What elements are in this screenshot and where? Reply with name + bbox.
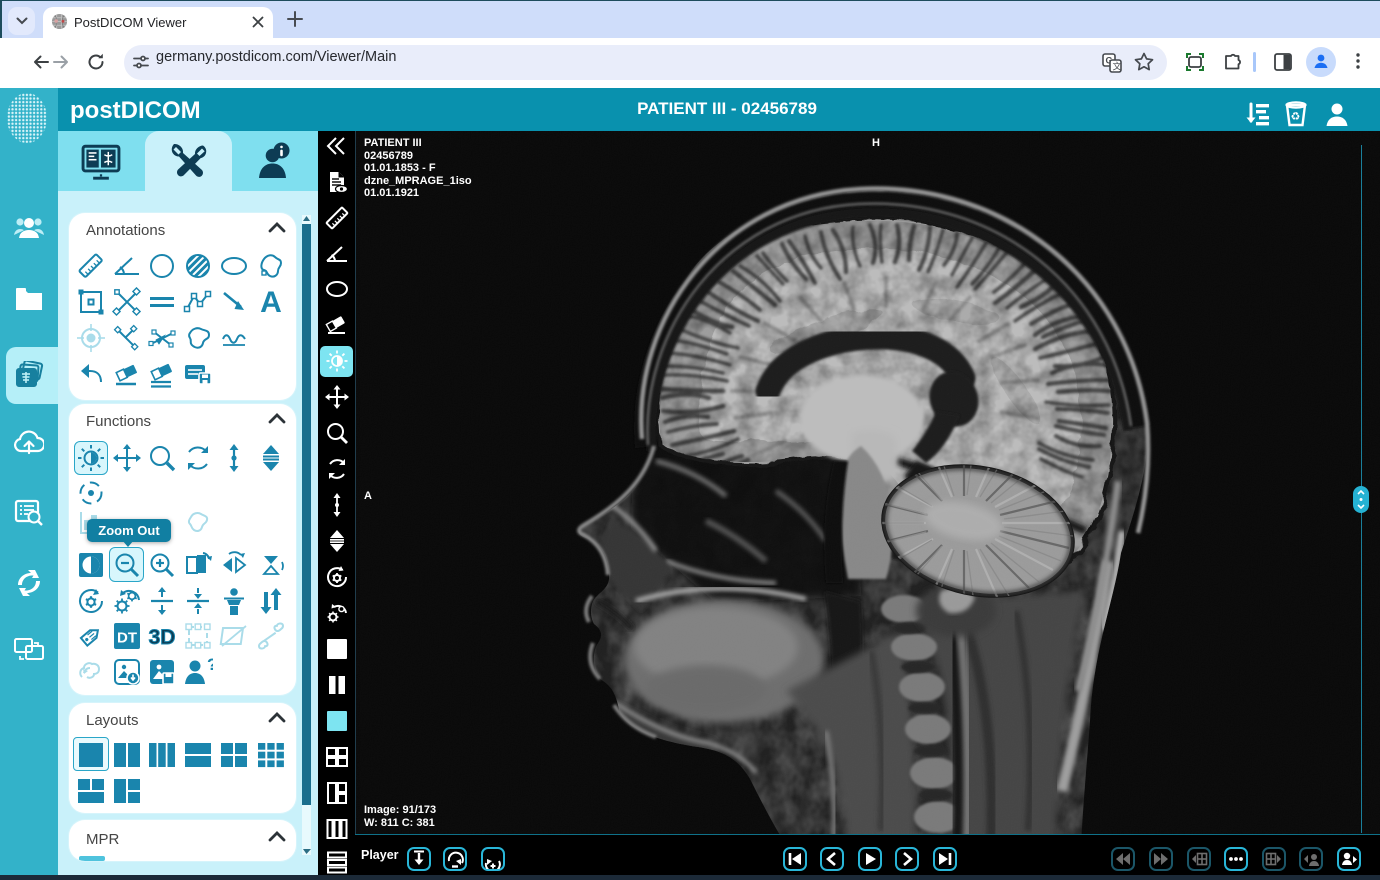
svg-text:♻: ♻ [1291, 111, 1301, 123]
svg-text:A: A [260, 287, 282, 317]
svg-text:DT: DT [117, 630, 137, 647]
svg-text:文: 文 [1113, 61, 1122, 72]
svg-text:?: ? [207, 657, 213, 674]
svg-text:3D: 3D [149, 626, 176, 649]
